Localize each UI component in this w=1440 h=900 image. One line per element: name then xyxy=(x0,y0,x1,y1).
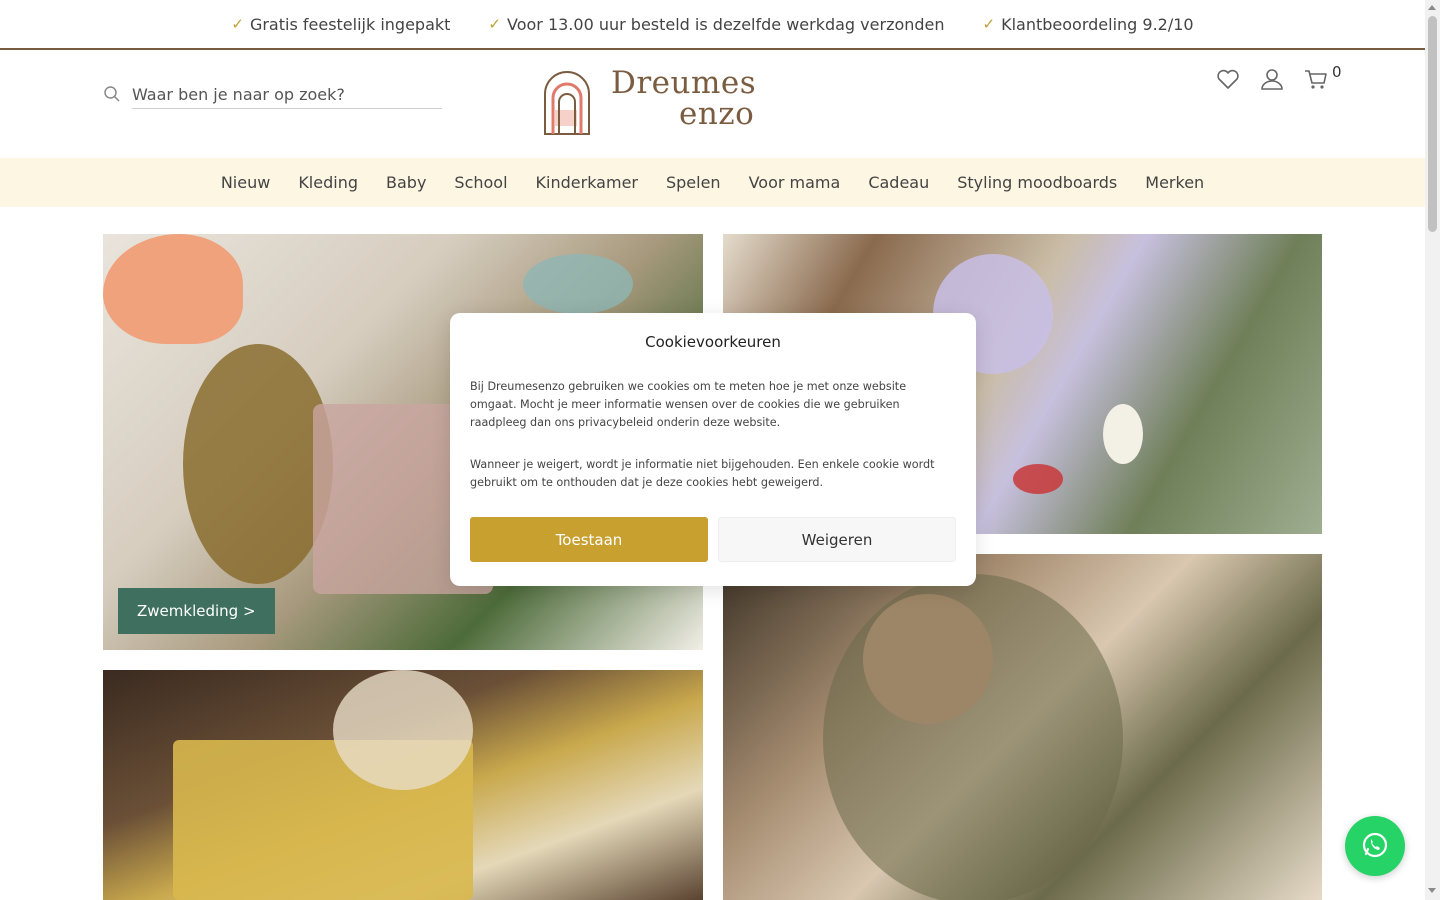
logo[interactable]: Dreumes enzo xyxy=(543,66,756,136)
accept-cookies-button[interactable]: Toestaan xyxy=(470,517,708,562)
usp-item: ✓ Klantbeoordeling 9.2/10 xyxy=(983,15,1194,34)
tulip-image xyxy=(1103,404,1143,464)
sunglasses-image xyxy=(523,254,633,314)
logo-arch-icon xyxy=(544,71,590,135)
header-actions: 0 xyxy=(1215,63,1345,96)
swimwear-button[interactable]: Zwemkleding > xyxy=(118,588,275,634)
cherry-image xyxy=(1013,464,1063,494)
check-icon: ✓ xyxy=(231,15,244,33)
cart-count: 0 xyxy=(1332,63,1342,81)
nav-item-spelen[interactable]: Spelen xyxy=(652,173,735,192)
cap-image xyxy=(103,234,243,344)
usp-label: Klantbeoordeling 9.2/10 xyxy=(1001,14,1194,34)
cookie-modal-text: Bij Dreumesenzo gebruiken we cookies om … xyxy=(470,380,907,429)
nav-item-nieuw[interactable]: Nieuw xyxy=(207,173,284,192)
cart-icon[interactable] xyxy=(1303,66,1329,92)
tile-newborn[interactable] xyxy=(723,554,1322,900)
nav-item-styling-moodboards[interactable]: Styling moodboards xyxy=(943,173,1131,192)
user-icon[interactable] xyxy=(1259,66,1285,92)
nav-item-voor-mama[interactable]: Voor mama xyxy=(735,173,855,192)
whatsapp-button[interactable] xyxy=(1345,816,1405,876)
site-header: Dreumes enzo 0 xyxy=(0,50,1425,158)
blanket-image xyxy=(823,574,1123,900)
usp-label: Gratis feestelijk ingepakt xyxy=(249,14,451,34)
search-icon[interactable] xyxy=(103,85,121,103)
tile-toys[interactable] xyxy=(103,670,703,900)
usp-item: ✓ Gratis feestelijk ingepakt xyxy=(231,15,450,34)
cookie-modal-title: Cookievoorkeuren xyxy=(645,333,781,351)
check-icon: ✓ xyxy=(982,15,996,33)
cookie-modal: Cookievoorkeuren Bij Dreumesenzo gebruik… xyxy=(450,313,976,586)
usp-item: ✓ Voor 13.00 uur besteld is dezelfde wer… xyxy=(488,15,944,34)
scroll-down-arrow-icon[interactable] xyxy=(1428,888,1436,893)
cookie-modal-text: Wanneer je weigert, wordt je informatie … xyxy=(470,458,935,489)
usp-label: Voor 13.00 uur besteld is dezelfde werkd… xyxy=(507,14,945,34)
logo-wordmark: Dreumes enzo xyxy=(611,68,756,130)
nav-item-merken[interactable]: Merken xyxy=(1131,173,1218,192)
nav-item-kleding[interactable]: Kleding xyxy=(284,173,372,192)
nav-item-kinderkamer[interactable]: Kinderkamer xyxy=(522,173,652,192)
usp-bar: ✓ Gratis feestelijk ingepakt ✓ Voor 13.0… xyxy=(0,0,1425,50)
logo-line2: enzo xyxy=(679,96,755,132)
check-icon: ✓ xyxy=(488,15,501,33)
hat-image xyxy=(183,344,333,584)
main-nav: Nieuw Kleding Baby School Kinderkamer Sp… xyxy=(0,158,1425,207)
whatsapp-icon xyxy=(1362,832,1388,858)
search-bar xyxy=(103,80,444,110)
scroll-up-arrow-icon[interactable] xyxy=(1428,5,1436,10)
page-scrollbar[interactable] xyxy=(1425,0,1440,900)
child-image xyxy=(333,670,473,790)
scrollbar-thumb[interactable] xyxy=(1428,16,1437,232)
nav-item-baby[interactable]: Baby xyxy=(372,173,440,192)
search-input[interactable] xyxy=(132,80,442,109)
deny-cookies-button[interactable]: Weigeren xyxy=(718,517,956,562)
heart-icon[interactable] xyxy=(1215,66,1241,92)
nav-item-cadeau[interactable]: Cadeau xyxy=(854,173,943,192)
nav-item-school[interactable]: School xyxy=(440,173,521,192)
